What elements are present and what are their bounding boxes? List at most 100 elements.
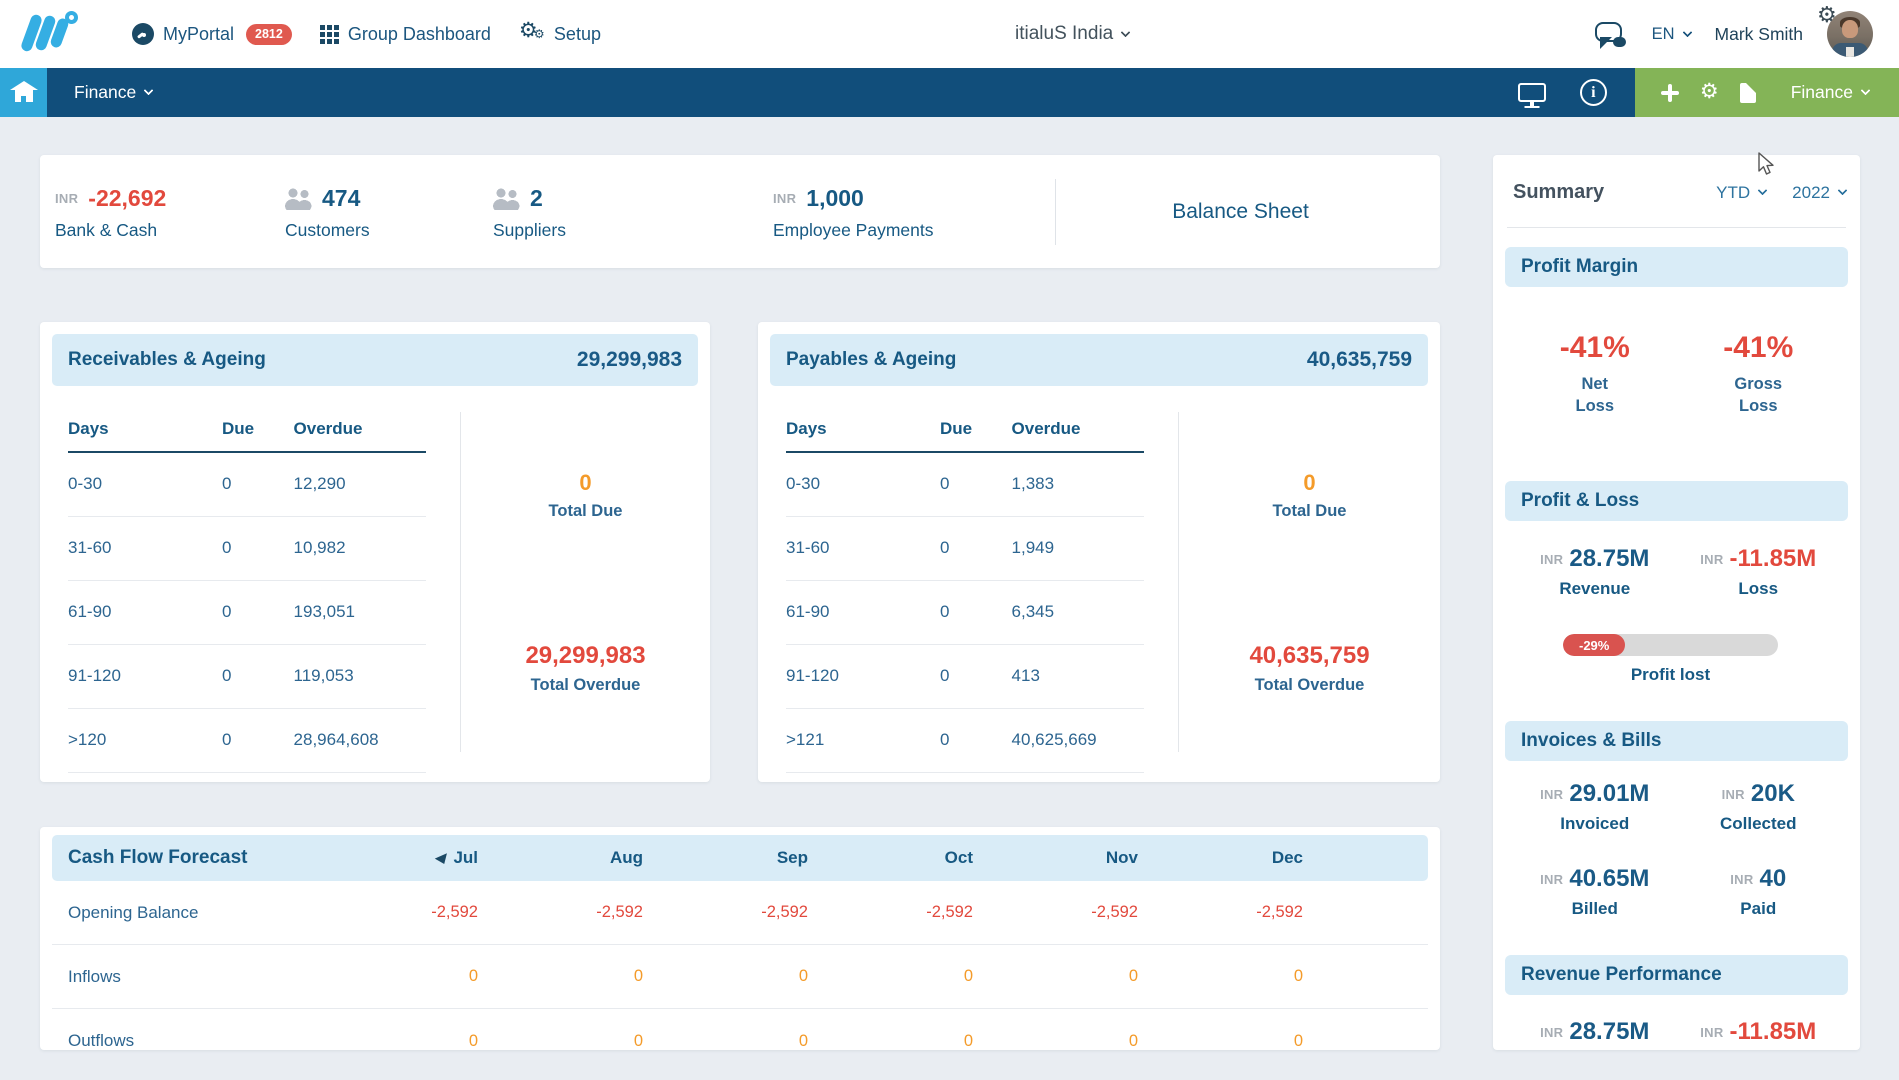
chat-icon[interactable] bbox=[1595, 21, 1628, 48]
payables-card: Payables & Ageing 40,635,759 Days Due Ov… bbox=[758, 322, 1440, 782]
table-row: 31-60 0 10,982 bbox=[68, 516, 426, 580]
gear-icon[interactable]: ⚙ bbox=[1700, 81, 1719, 102]
notification-badge: 2812 bbox=[246, 24, 292, 45]
summary-panel: Summary YTD 2022 Profit Margin -41% Net bbox=[1493, 155, 1860, 1050]
total-due: 0 Total Due bbox=[1179, 470, 1440, 521]
language-selector[interactable]: EN bbox=[1652, 25, 1691, 44]
people-icon bbox=[493, 187, 520, 210]
grid-icon bbox=[320, 25, 339, 44]
settings-gear-icon[interactable]: ⚙ bbox=[1817, 2, 1837, 28]
card-title: Cash Flow Forecast bbox=[68, 847, 313, 869]
navbar-right: ⚙ Finance bbox=[1518, 68, 1899, 117]
info-icon[interactable] bbox=[1580, 79, 1607, 106]
month-column: Dec bbox=[1138, 848, 1303, 868]
chat-tail bbox=[1600, 37, 1612, 49]
rp-revenue-kpi: INR28.75M bbox=[1513, 1018, 1677, 1046]
home-button[interactable] bbox=[0, 68, 47, 117]
period-selector[interactable]: YTD bbox=[1716, 183, 1766, 203]
stats-card: INR -22,692 Bank & Cash 474 Customers 2 … bbox=[40, 155, 1440, 268]
paid-kpi: INR40 Paid bbox=[1677, 865, 1841, 919]
receivables-table: Days Due Overdue 0-30 0 12,290 31-60 bbox=[68, 406, 426, 773]
stat-value: -22,692 bbox=[88, 185, 166, 212]
column-header: Due bbox=[940, 406, 1012, 452]
module-quick-label: Finance bbox=[1791, 82, 1853, 103]
invoices-bills-row1: INR29.01M Invoiced INR20K Collected bbox=[1513, 780, 1840, 834]
gears-icon bbox=[519, 22, 545, 46]
receivables-card: Receivables & Ageing 29,299,983 Days Due… bbox=[40, 322, 710, 782]
receivables-body: Days Due Overdue 0-30 0 12,290 31-60 bbox=[40, 398, 710, 773]
summary-header: Summary YTD 2022 bbox=[1513, 181, 1846, 204]
nav-setup-label: Setup bbox=[554, 24, 601, 45]
payables-totals: 0 Total Due 40,635,759 Total Overdue bbox=[1179, 406, 1440, 773]
revenue-kpi: INR28.75M Revenue bbox=[1513, 545, 1677, 599]
revenue-performance-values: INR28.75M INR-11.85M bbox=[1513, 1018, 1840, 1046]
balance-sheet-link[interactable]: Balance Sheet bbox=[1056, 200, 1425, 224]
cashflow-row-outflows: Outflows 0 0 0 0 0 0 bbox=[52, 1009, 1428, 1050]
card-total: 29,299,983 bbox=[577, 348, 682, 372]
app-logo[interactable] bbox=[22, 11, 84, 57]
stat-bank-cash[interactable]: INR -22,692 Bank & Cash bbox=[55, 183, 285, 241]
nav-myportal[interactable]: MyPortal 2812 bbox=[132, 23, 292, 45]
profit-progress-fill: -29% bbox=[1563, 634, 1625, 656]
column-header: Days bbox=[68, 406, 222, 452]
language-label: EN bbox=[1652, 25, 1675, 44]
table-row: 31-60 0 1,949 bbox=[786, 516, 1144, 580]
month-column: Oct bbox=[808, 848, 973, 868]
stat-label: Suppliers bbox=[493, 220, 773, 241]
user-menu[interactable]: ⚙ bbox=[1827, 11, 1873, 57]
section-profit-loss: Profit & Loss bbox=[1505, 481, 1848, 521]
module-selector[interactable]: Finance bbox=[74, 82, 152, 103]
invoices-bills-row2: INR40.65M Billed INR40 Paid bbox=[1513, 865, 1840, 919]
main-nav: MyPortal 2812 Group Dashboard Setup bbox=[132, 22, 601, 46]
back-arrow-icon[interactable] bbox=[434, 848, 453, 867]
total-due: 0 Total Due bbox=[461, 470, 710, 521]
table-row: 61-90 0 6,345 bbox=[786, 580, 1144, 644]
monitor-icon[interactable] bbox=[1518, 83, 1546, 102]
logo-pin-icon bbox=[65, 11, 78, 24]
column-header: Overdue bbox=[1012, 406, 1144, 452]
column-header: Due bbox=[222, 406, 294, 452]
profit-margin-values: -41% Net Loss -41% Gross Loss bbox=[1513, 331, 1840, 418]
currency-label: INR bbox=[55, 191, 78, 206]
stat-value: 2 bbox=[530, 185, 543, 212]
section-profit-margin: Profit Margin bbox=[1505, 247, 1848, 287]
chevron-down-icon bbox=[1838, 186, 1848, 196]
chevron-down-icon bbox=[1121, 27, 1131, 37]
payables-table: Days Due Overdue 0-30 0 1,383 31-60 bbox=[786, 406, 1144, 773]
progress-label: Profit lost bbox=[1563, 665, 1778, 685]
receivables-totals: 0 Total Due 29,299,983 Total Overdue bbox=[461, 406, 710, 773]
payables-body: Days Due Overdue 0-30 0 1,383 31-60 bbox=[758, 398, 1440, 773]
stat-label: Bank & Cash bbox=[55, 220, 285, 241]
module-quick-selector[interactable]: Finance bbox=[1791, 82, 1869, 103]
stat-employee-payments[interactable]: INR 1,000 Employee Payments bbox=[773, 183, 1055, 241]
receivables-header: Receivables & Ageing 29,299,983 bbox=[52, 334, 698, 386]
stat-suppliers[interactable]: 2 Suppliers bbox=[493, 183, 773, 241]
collected-kpi: INR20K Collected bbox=[1677, 780, 1841, 834]
nav-group-dashboard[interactable]: Group Dashboard bbox=[320, 24, 491, 45]
total-overdue: 29,299,983 Total Overdue bbox=[461, 642, 710, 695]
nav-group-dashboard-label: Group Dashboard bbox=[348, 24, 491, 45]
table-row: >121 0 40,625,669 bbox=[786, 708, 1144, 772]
cashflow-row-opening-balance: Opening Balance -2,592 -2,592 -2,592 -2,… bbox=[52, 881, 1428, 945]
gross-loss-kpi: -41% Gross Loss bbox=[1677, 331, 1841, 418]
stat-customers[interactable]: 474 Customers bbox=[285, 183, 493, 241]
cashflow-row-inflows: Inflows 0 0 0 0 0 0 bbox=[52, 945, 1428, 1009]
company-selector[interactable]: itialuS India bbox=[1015, 0, 1129, 68]
nav-setup[interactable]: Setup bbox=[519, 22, 601, 46]
loss-kpi: INR-11.85M Loss bbox=[1677, 545, 1841, 599]
chevron-down-icon bbox=[1682, 27, 1692, 37]
card-title: Payables & Ageing bbox=[786, 349, 956, 371]
table-row: 0-30 0 12,290 bbox=[68, 452, 426, 516]
cashflow-card: Cash Flow Forecast Jul Aug Sep Oct Nov D… bbox=[40, 827, 1440, 1050]
payables-header: Payables & Ageing 40,635,759 bbox=[770, 334, 1428, 386]
table-row: 0-30 0 1,383 bbox=[786, 452, 1144, 516]
profit-loss-values: INR28.75M Revenue INR-11.85M Loss bbox=[1513, 545, 1840, 599]
company-name: itialuS India bbox=[1015, 23, 1113, 45]
file-icon[interactable] bbox=[1740, 83, 1756, 103]
chevron-down-icon bbox=[1758, 186, 1768, 196]
progress-track: -29% bbox=[1563, 634, 1778, 656]
year-selector[interactable]: 2022 bbox=[1792, 183, 1846, 203]
plus-icon[interactable] bbox=[1661, 84, 1679, 102]
dashboard-content: INR -22,692 Bank & Cash 474 Customers 2 … bbox=[0, 117, 1899, 1080]
divider bbox=[1507, 227, 1846, 228]
